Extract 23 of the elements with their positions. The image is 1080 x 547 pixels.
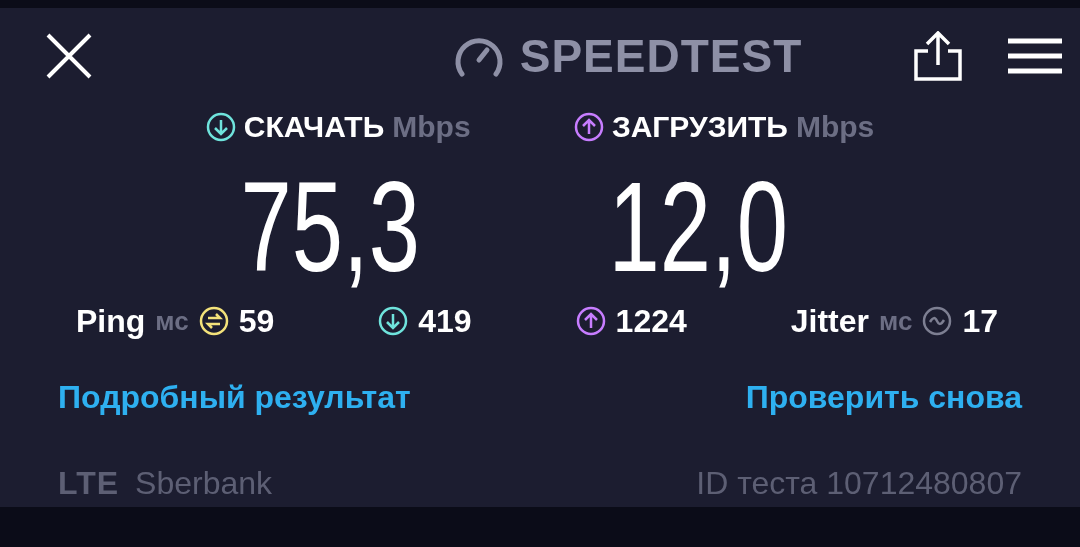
stat-value: 1224 bbox=[615, 302, 687, 341]
retest-link[interactable]: Проверить снова bbox=[745, 373, 1022, 421]
unit-label: Mbps bbox=[392, 109, 471, 145]
stat-label: Jitter bbox=[790, 302, 869, 341]
test-id: ID теста 10712480807 bbox=[696, 464, 1022, 503]
share-icon[interactable] bbox=[914, 31, 962, 81]
speed-value: 75,3 bbox=[239, 163, 420, 291]
result-label: СКАЧАТЬ bbox=[243, 109, 385, 145]
result-label: ЗАГРУЗИТЬ bbox=[611, 109, 788, 145]
unit-label: Mbps bbox=[795, 109, 875, 145]
close-icon[interactable] bbox=[46, 33, 92, 79]
speed-value: 12,0 bbox=[607, 163, 788, 291]
stat-value: 17 bbox=[962, 302, 998, 341]
unit-label: мс bbox=[879, 304, 913, 338]
stat-value: 419 bbox=[418, 302, 472, 341]
stat-label: Ping bbox=[76, 302, 146, 341]
stat-value: 59 bbox=[238, 302, 275, 341]
network-type: LTE bbox=[58, 464, 120, 503]
unit-label: мс bbox=[155, 304, 189, 338]
menu-icon[interactable] bbox=[1008, 38, 1062, 74]
detailed-result-link[interactable]: Подробный результат bbox=[58, 373, 411, 421]
app-title: SPEEDTEST bbox=[519, 28, 803, 84]
provider-name: Sberbank bbox=[135, 464, 273, 503]
